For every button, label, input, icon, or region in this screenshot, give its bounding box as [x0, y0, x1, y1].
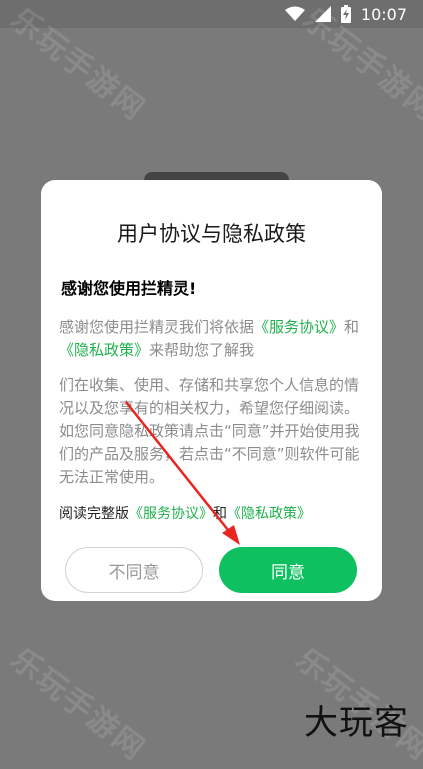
privacy-policy-link[interactable]: 《隐私政策》	[59, 341, 149, 359]
agree-button[interactable]: 同意	[219, 547, 357, 593]
paragraph-text: 来帮助您了解我	[149, 341, 255, 359]
privacy-dialog: 用户协议与隐私政策 感谢您使用拦精灵! 感谢您使用拦精灵我们将依据《服务协议》和…	[41, 180, 382, 601]
dialog-greeting: 感谢您使用拦精灵!	[61, 279, 197, 298]
service-agreement-link[interactable]: 《服务协议》	[254, 318, 344, 336]
read-full-and: 和	[213, 506, 227, 522]
decline-button[interactable]: 不同意	[65, 547, 203, 593]
dialog-body: 感谢您使用拦精灵我们将依据《服务协议》和《隐私政策》来帮助您了解我 们在收集、使…	[59, 316, 364, 489]
service-agreement-link[interactable]: 《服务协议》	[129, 506, 213, 522]
read-full-prefix: 阅读完整版	[59, 506, 129, 522]
status-time: 10:07	[360, 4, 407, 24]
brand-logo-text: 大玩客	[304, 703, 409, 743]
body-paragraph-1: 感谢您使用拦精灵我们将依据《服务协议》和《隐私政策》来帮助您了解我	[59, 316, 364, 362]
privacy-policy-link[interactable]: 《隐私政策》	[227, 506, 311, 522]
paragraph-text: 感谢您使用拦精灵我们将依据	[59, 318, 255, 336]
body-paragraph-2: 们在收集、使用、存储和共享您个人信息的情况以及您享有的相关权力，希望您仔细阅读。…	[59, 376, 360, 486]
dialog-title: 用户协议与隐私政策	[117, 222, 306, 246]
read-full-line: 阅读完整版《服务协议》和《隐私政策》	[59, 503, 379, 523]
paragraph-text: 和	[344, 318, 360, 336]
watermark-text: 乐玩手游网	[4, 641, 152, 768]
